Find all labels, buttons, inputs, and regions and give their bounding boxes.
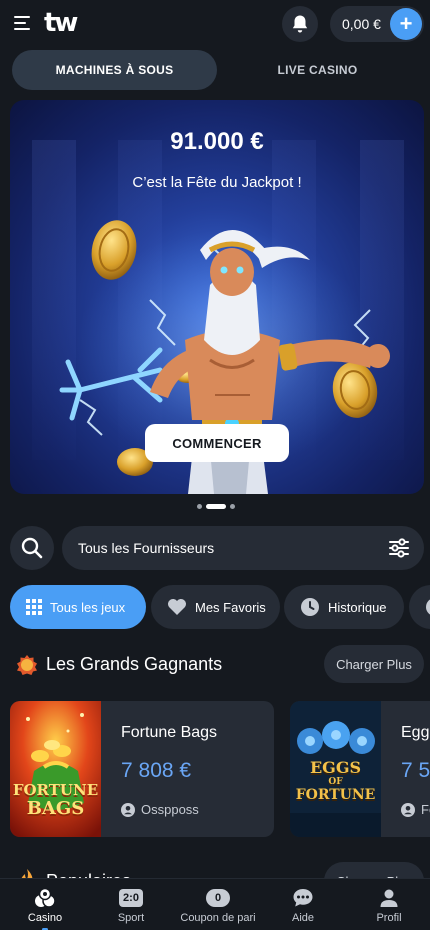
nav-coupon[interactable]: 0 Coupon de pari <box>176 879 260 930</box>
scoreboard-icon: 2:0 <box>119 887 143 909</box>
bell-icon <box>292 15 308 33</box>
winner-username: Osspposs <box>141 802 199 817</box>
grid-icon <box>26 599 42 615</box>
tab-live-casino[interactable]: LIVE CASINO <box>217 50 418 90</box>
casino-tabs: MACHINES À SOUS LIVE CASINO <box>12 50 418 90</box>
nav-label: Sport <box>117 912 145 924</box>
jackpot-banner[interactable]: 91.000 € C’est la Fête du Jackpot ! COMM… <box>10 100 424 494</box>
wallet-balance[interactable]: 0,00 € + <box>330 6 424 42</box>
winners-title: Les Grands Gagnants <box>46 654 223 674</box>
notifications-button[interactable] <box>282 6 318 42</box>
winners-load-more-button[interactable]: Charger Plus <box>324 645 424 683</box>
nav-aide[interactable]: Aide <box>276 879 330 930</box>
winner-username: Fo <box>421 802 430 817</box>
user-avatar-icon <box>121 802 135 817</box>
nav-label: Profil <box>376 912 402 924</box>
search-button[interactable] <box>10 526 54 570</box>
jackpot-subtitle: C’est la Fête du Jackpot ! <box>132 174 302 191</box>
chip-historique[interactable]: Historique <box>284 585 404 629</box>
heart-icon <box>167 598 187 616</box>
chat-icon <box>292 887 314 909</box>
chip-tous-les-jeux[interactable]: Tous les jeux <box>10 585 146 629</box>
game-title: Eggs of Fortune <box>401 724 430 741</box>
casino-chips-icon <box>34 887 56 909</box>
menu-icon[interactable] <box>14 16 32 30</box>
carousel-dot-active[interactable] <box>206 503 226 509</box>
brand-logo[interactable]: tw <box>44 8 78 38</box>
jackpot-amount: 91.000 € <box>170 128 264 155</box>
tab-machines-a-sous[interactable]: MACHINES À SOUS <box>12 50 217 90</box>
start-button[interactable]: COMMENCER <box>145 424 289 462</box>
provider-select-label: Tous les Fournisseurs <box>78 540 215 556</box>
winner-card[interactable]: EGGS OF FORTUNE Eggs of Fortune 7 5 Fo <box>290 701 430 837</box>
game-thumbnail: EGGS OF FORTUNE <box>290 701 381 837</box>
winner-user: Osspposs <box>121 802 199 817</box>
deposit-button[interactable]: + <box>390 8 422 40</box>
balance-amount: 0,00 € <box>342 16 381 32</box>
chip-more[interactable] <box>409 585 430 629</box>
top-bar: tw 0,00 € + <box>0 0 430 48</box>
nav-label: Casino <box>27 912 63 924</box>
clock-icon <box>300 597 320 617</box>
nav-label: Coupon de pari <box>180 912 256 924</box>
user-icon <box>379 887 399 909</box>
category-icon <box>425 597 430 617</box>
nav-casino[interactable]: Casino <box>18 879 72 930</box>
chip-mes-favoris[interactable]: Mes Favoris <box>151 585 280 629</box>
win-amount: 7 5 <box>401 759 430 782</box>
winner-card[interactable]: FORTUNE BAGS Fortune Bags 7 808 € Ossppo… <box>10 701 274 837</box>
chip-label: Historique <box>328 599 387 615</box>
game-title: Fortune Bags <box>121 724 218 741</box>
winner-user: Fo <box>401 802 430 817</box>
bottom-navigation: Casino 2:0 Sport 0 Coupon de pari Aide P… <box>0 878 430 930</box>
carousel-indicator <box>197 503 235 509</box>
eggs-of-fortune-logo: EGGS OF FORTUNE <box>295 758 376 804</box>
provider-select[interactable]: Tous les Fournisseurs <box>62 526 424 570</box>
category-chips: Tous les jeux Mes Favoris Historique <box>10 585 430 629</box>
winners-carousel: FORTUNE BAGS Fortune Bags 7 808 € Ossppo… <box>10 701 430 837</box>
coupon-count-badge: 0 <box>206 889 230 907</box>
trophy-badge-icon <box>17 655 37 675</box>
nav-profil[interactable]: Profil <box>362 879 416 930</box>
chip-label: Tous les jeux <box>50 599 126 615</box>
winners-section-header: Les Grands Gagnants Charger Plus <box>0 645 430 685</box>
sport-score-badge: 2:0 <box>119 889 143 907</box>
fortune-bags-logo: FORTUNE BAGS <box>12 781 99 819</box>
nav-label: Aide <box>291 912 315 924</box>
carousel-dot[interactable] <box>197 503 202 509</box>
carousel-dot[interactable] <box>230 503 235 509</box>
filter-icon[interactable] <box>388 538 410 558</box>
game-thumbnail: FORTUNE BAGS <box>10 701 101 837</box>
coupon-icon: 0 <box>206 887 230 909</box>
chip-label: Mes Favoris <box>195 599 266 615</box>
search-icon <box>21 537 43 559</box>
nav-sport[interactable]: 2:0 Sport <box>104 879 158 930</box>
win-amount: 7 808 € <box>121 759 192 782</box>
user-avatar-icon <box>401 802 415 817</box>
